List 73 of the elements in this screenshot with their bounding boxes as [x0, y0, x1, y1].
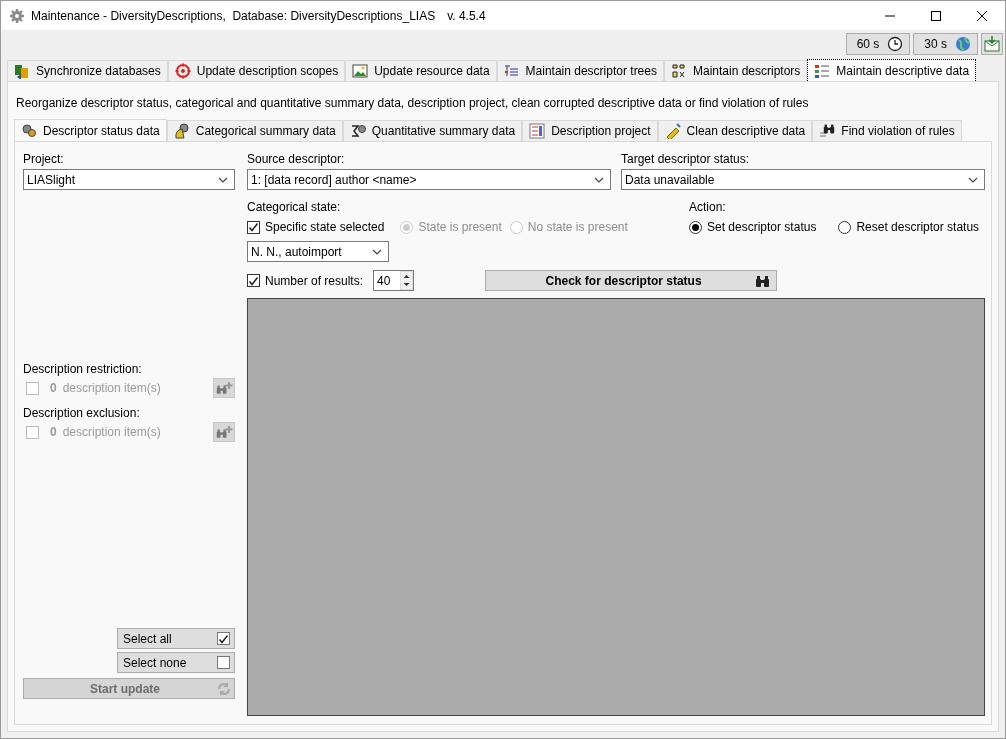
tab[interactable]: Update resource data	[345, 60, 497, 81]
tab[interactable]: Descriptor status data	[14, 119, 167, 141]
tab-icon	[670, 63, 687, 79]
radio-label: No state is present	[527, 219, 628, 236]
tab[interactable]: Maintain descriptive data	[807, 59, 977, 81]
checkbox[interactable]	[217, 632, 230, 645]
unit-label: description item(s)	[62, 380, 161, 397]
count-label: 0	[50, 424, 57, 441]
state-dropdown[interactable]: N. N., autoimport	[247, 241, 389, 262]
field-label: Description restriction:	[23, 362, 143, 376]
tab[interactable]: Categorical summary data	[166, 120, 343, 141]
window-title: Maintenance - DiversityDescriptions, Database: DiversityDescriptions_LIAS	[31, 8, 436, 23]
description-text: Reorganize descriptor status, categorical and quantitative summary data, description project, clean corrupted descriptive data or find violation of rules	[15, 95, 810, 112]
field-label: Target descriptor status:	[621, 152, 751, 166]
tab[interactable]: Quantitative summary data	[342, 120, 523, 141]
tab-icon	[174, 63, 191, 79]
count-label: 0	[50, 380, 57, 397]
checkbox[interactable]	[247, 220, 260, 234]
dropdown-caret-icon[interactable]	[594, 175, 604, 184]
number-spinner[interactable]: 40	[373, 270, 415, 291]
tab-icon	[352, 63, 369, 79]
target-status-dropdown[interactable]: Data unavailable	[621, 169, 985, 190]
tab-icon	[814, 62, 831, 79]
field-label: Categorical state:	[247, 200, 342, 214]
project-dropdown[interactable]: LIASlight	[23, 169, 235, 190]
tab-icon	[503, 63, 520, 79]
clock-icon	[887, 35, 904, 52]
gear-icon	[9, 7, 25, 24]
select-button[interactable]: Select none	[117, 652, 235, 673]
tab-icon	[529, 123, 546, 139]
tab-icon	[21, 122, 37, 139]
binoculars-icon	[755, 273, 771, 288]
tab[interactable]: Description project	[522, 120, 658, 141]
field-label: Project:	[23, 152, 65, 166]
tab[interactable]: Update description scopes	[167, 60, 346, 81]
source-descriptor-dropdown[interactable]: 1: [data record] author <name>	[247, 169, 611, 190]
envelope-icon	[984, 35, 1000, 52]
spinner-arrows-icon[interactable]	[400, 271, 414, 290]
select-button[interactable]: Select all	[117, 628, 235, 649]
tab-icon	[173, 123, 190, 139]
timer-button[interactable]: 60 s	[845, 32, 911, 55]
globe-icon	[955, 35, 971, 52]
checkbox-label: Number of results:	[265, 272, 364, 290]
tab[interactable]: Maintain descriptor trees	[496, 60, 664, 81]
dropdown-caret-icon[interactable]	[218, 175, 228, 184]
tab-icon	[349, 123, 366, 139]
tab[interactable]: Clean descriptive data	[657, 120, 813, 141]
refresh-icon	[216, 680, 232, 697]
close-icon	[977, 10, 987, 21]
check-status-button[interactable]: Check for descriptor status	[485, 270, 778, 291]
field-label: Action:	[689, 200, 727, 214]
radio-button[interactable]	[838, 220, 852, 234]
timer-button[interactable]: 30 s	[913, 32, 978, 55]
maximize-icon	[931, 10, 941, 21]
tab[interactable]: Maintain descriptors	[663, 60, 808, 81]
radio-label: Set descriptor status	[707, 219, 817, 236]
tab[interactable]: Synchronize databases	[7, 60, 168, 81]
tab[interactable]: Find violation of rules	[812, 120, 962, 141]
version-label: v. 4.5.4	[447, 8, 486, 23]
dropdown-caret-icon[interactable]	[968, 175, 978, 184]
radio-label: State is present	[418, 219, 502, 236]
radio-label: Reset descriptor status	[856, 219, 980, 236]
checkbox[interactable]	[247, 274, 260, 287]
tab-icon	[819, 123, 836, 139]
checkbox-label: Specific state selected	[265, 219, 385, 236]
unit-label: description item(s)	[62, 424, 161, 441]
tab-icon	[664, 123, 681, 139]
field-label: Description exclusion:	[23, 406, 141, 420]
checkbox[interactable]	[217, 656, 230, 669]
dropdown-caret-icon[interactable]	[372, 247, 382, 256]
radio-button[interactable]	[689, 220, 702, 234]
tab-icon	[14, 63, 30, 79]
field-label: Source descriptor:	[247, 152, 346, 166]
